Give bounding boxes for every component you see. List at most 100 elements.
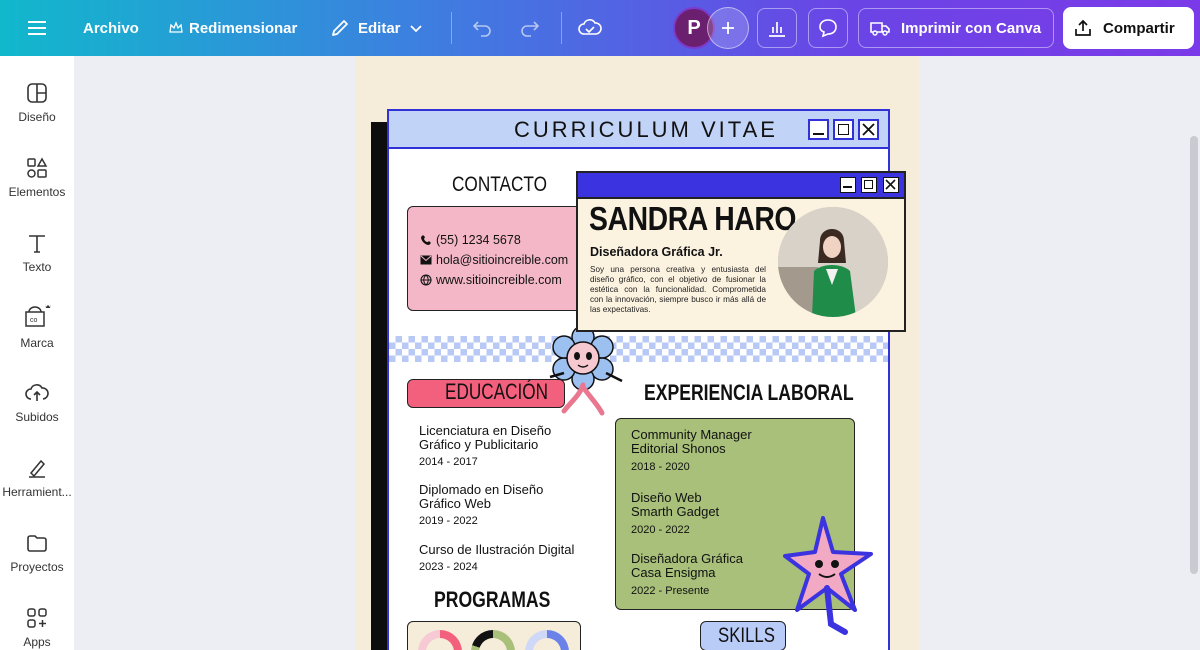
- education-years: 2019 - 2022: [419, 515, 478, 527]
- sidebar-item-apps[interactable]: Apps: [0, 607, 74, 649]
- sidebar-item-label: Texto: [22, 260, 52, 274]
- experience-name: Community Manager Editorial Shonos: [631, 427, 752, 456]
- profile-photo[interactable]: [778, 207, 888, 317]
- contact-heading: CONTACTO: [452, 173, 548, 196]
- program-ring-icon: [418, 630, 462, 650]
- text-icon: [29, 235, 45, 253]
- skills-heading: SKILLS: [718, 624, 775, 647]
- sidebar-item-brand[interactable]: co Marca: [0, 300, 74, 350]
- edit-menu-button[interactable]: Editar: [330, 0, 423, 56]
- person-photo-icon: [778, 207, 888, 317]
- svg-text:co: co: [30, 317, 38, 324]
- close-icon: [883, 177, 899, 193]
- vertical-scrollbar[interactable]: [1190, 136, 1198, 574]
- contact-website: www.sitioincreible.com: [420, 273, 562, 287]
- share-label: Compartir: [1103, 19, 1175, 37]
- phone-text: (55) 1234 5678: [436, 233, 521, 247]
- person-about: Soy una persona creativa y entusiasta de…: [590, 265, 766, 314]
- profile-title-bar: [578, 173, 904, 199]
- experience-name: Diseñadora Gráfica Casa Ensigma: [631, 551, 743, 580]
- comments-button[interactable]: [808, 8, 848, 48]
- email-text: hola@sitioincreible.com: [436, 253, 569, 267]
- brand-icon: co: [25, 303, 51, 327]
- cv-window-shadow: [371, 122, 387, 650]
- maximize-icon: [833, 119, 854, 140]
- website-text: www.sitioincreible.com: [436, 273, 562, 287]
- sidebar-item-elements[interactable]: Elementos: [0, 157, 74, 199]
- pencil-icon: [332, 20, 348, 36]
- file-menu-label: Archivo: [83, 19, 139, 37]
- undo-button[interactable]: [471, 0, 493, 56]
- sidebar-item-label: Apps: [23, 635, 51, 649]
- sidebar-item-label: Diseño: [18, 110, 56, 124]
- redo-icon: [521, 21, 540, 37]
- close-icon: [858, 119, 879, 140]
- hamburger-icon: [28, 21, 46, 35]
- sidebar-item-projects[interactable]: Proyectos: [0, 532, 74, 574]
- resize-button[interactable]: Redimensionar: [169, 0, 297, 56]
- avatar-letter: P: [687, 16, 701, 39]
- experience-years: 2022 - Presente: [631, 585, 710, 597]
- person-role: Diseñadora Gráfica Jr.: [590, 245, 723, 259]
- education-name: Licenciatura en Diseño Gráfico y Publici…: [419, 423, 552, 452]
- experience-years: 2018 - 2020: [631, 461, 690, 473]
- sidebar-item-tools[interactable]: Herramient...: [0, 457, 74, 499]
- mail-icon: [420, 255, 432, 265]
- experience-item: Diseñadora Gráfica Casa Ensigma 2022 - P…: [631, 551, 761, 598]
- apps-icon: [27, 608, 47, 628]
- star-sticker-icon[interactable]: [783, 514, 879, 639]
- program-ring-icon: [471, 630, 515, 650]
- sidebar-item-text[interactable]: Texto: [0, 232, 74, 274]
- education-years: 2014 - 2017: [419, 456, 478, 468]
- sidebar-item-label: Elementos: [8, 185, 66, 199]
- cloud-saved-button[interactable]: [578, 0, 602, 56]
- print-with-canva-button[interactable]: Imprimir con Canva: [858, 8, 1054, 48]
- sidebar-item-design[interactable]: Diseño: [0, 82, 74, 124]
- insights-button[interactable]: [757, 8, 797, 48]
- toolbar-divider: [561, 12, 562, 44]
- toolbar-divider: [451, 12, 452, 44]
- contact-phone: (55) 1234 5678: [420, 233, 521, 247]
- person-name: SANDRA HARO: [589, 200, 797, 237]
- plus-icon: [722, 22, 734, 34]
- redo-button[interactable]: [519, 0, 541, 56]
- experience-heading: EXPERIENCIA LABORAL: [644, 380, 854, 405]
- editor-topbar: Archivo Redimensionar Editar P Imprimir …: [0, 0, 1200, 56]
- share-upload-icon: [1075, 19, 1091, 36]
- invite-button[interactable]: [707, 7, 749, 49]
- tools-icon: [29, 459, 46, 478]
- education-name: Diplomado en Diseño Gráfico Web: [419, 482, 544, 511]
- sidebar-item-label: Herramient...: [2, 485, 72, 499]
- minimize-icon: [840, 177, 856, 193]
- resize-label: Redimensionar: [189, 19, 298, 37]
- undo-icon: [472, 21, 491, 37]
- bar-chart-icon: [769, 22, 785, 37]
- design-icon: [27, 83, 47, 103]
- globe-icon: [420, 274, 432, 286]
- experience-name: Diseño Web Smarth Gadget: [631, 490, 720, 519]
- experience-item: Diseño Web Smarth Gadget 2020 - 2022: [631, 490, 741, 537]
- sidebar-item-uploads[interactable]: Subidos: [0, 382, 74, 424]
- phone-icon: [421, 235, 431, 245]
- minimize-icon: [808, 119, 829, 140]
- chevron-down-icon: [409, 25, 422, 33]
- experience-item: Community Manager Editorial Shonos 2018 …: [631, 427, 771, 474]
- education-name: Curso de Ilustración Digital: [419, 542, 575, 557]
- file-menu-button[interactable]: Archivo: [83, 0, 139, 56]
- education-item: Curso de Ilustración Digital 2023 - 2024: [419, 542, 589, 574]
- contact-email: hola@sitioincreible.com: [420, 253, 568, 267]
- cv-title: CURRICULUM VITAE: [514, 117, 778, 142]
- education-years: 2023 - 2024: [419, 561, 478, 573]
- sidebar-item-label: Subidos: [15, 410, 59, 424]
- programs-box: [407, 621, 581, 650]
- experience-years: 2020 - 2022: [631, 524, 690, 536]
- education-item: Diplomado en Diseño Gráfico Web 2019 - 2…: [419, 482, 559, 528]
- print-label: Imprimir con Canva: [901, 19, 1042, 37]
- program-ring-icon: [525, 630, 569, 650]
- share-button[interactable]: Compartir: [1063, 7, 1194, 49]
- education-item: Licenciatura en Diseño Gráfico y Publici…: [419, 423, 569, 469]
- hamburger-menu-button[interactable]: [26, 0, 48, 56]
- sidebar-item-label: Marca: [20, 336, 54, 350]
- upload-icon: [25, 384, 49, 401]
- programs-heading: PROGRAMAS: [434, 587, 551, 612]
